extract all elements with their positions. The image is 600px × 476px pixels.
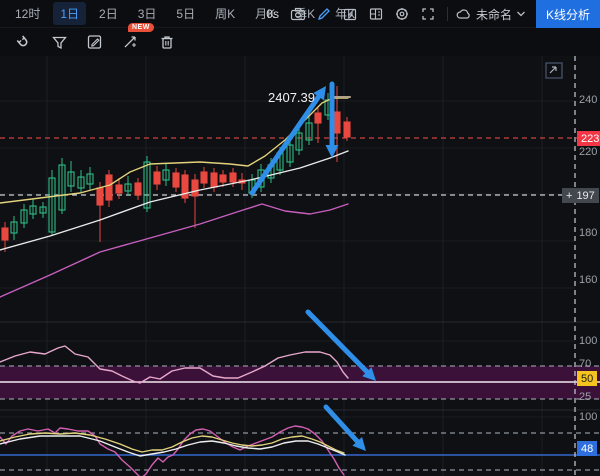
crosshair-price: 197	[576, 190, 594, 202]
fullscreen-icon[interactable]	[417, 3, 439, 25]
axis-label-70: 70	[579, 358, 591, 370]
axis-label-100-kdj: 100	[579, 411, 597, 423]
cloud-icon	[456, 8, 472, 20]
candle-body[interactable]	[135, 183, 141, 195]
camera-icon[interactable]	[287, 3, 309, 25]
candle-body[interactable]	[97, 188, 103, 205]
countdown-timer: 0s	[266, 7, 279, 21]
axis-label-100-rsi: 100	[579, 335, 597, 347]
candle-body[interactable]	[344, 122, 350, 137]
axis-label-160: 160	[579, 274, 597, 286]
chevron-down-icon	[516, 10, 526, 18]
plus-icon: +	[566, 190, 572, 202]
kdj-badge: 48	[577, 441, 597, 456]
axis-label-220: 220	[579, 146, 597, 158]
candle-body[interactable]	[315, 113, 321, 123]
axis-label-25: 25	[579, 391, 591, 403]
tab-timeframe-2[interactable]: 2日	[92, 2, 125, 25]
axis-label-240: 240	[579, 94, 597, 106]
kline-analysis-button[interactable]: K线分析	[536, 0, 600, 28]
gear-icon[interactable]	[391, 3, 413, 25]
price-annotation: 2407.39	[268, 90, 315, 105]
axis-label-180: 180	[579, 227, 597, 239]
candle-body[interactable]	[116, 185, 122, 193]
candle-body[interactable]	[2, 228, 8, 240]
candle-body[interactable]	[106, 175, 112, 200]
drawing-toolbar: NEW	[0, 28, 600, 56]
restore-scale-icon[interactable]	[545, 62, 563, 79]
rsi-mid-badge: 50	[577, 371, 597, 386]
candlestick-chart[interactable]	[0, 0, 600, 476]
toolbar-divider	[447, 7, 448, 21]
top-toolbar: 12时1日2日3日5日周K月K季K年K 0s	[0, 0, 600, 28]
document-name-label: 未命名	[476, 6, 512, 23]
candle-body[interactable]	[230, 173, 236, 182]
candle-body[interactable]	[192, 180, 198, 196]
candle-body[interactable]	[173, 173, 179, 187]
candle-body[interactable]	[220, 175, 226, 182]
candle-body[interactable]	[154, 172, 160, 184]
tab-timeframe-3[interactable]: 3日	[131, 2, 164, 25]
magnet-icon[interactable]	[12, 31, 34, 53]
edit-square-icon[interactable]	[84, 31, 106, 53]
price-badge: 223	[577, 131, 600, 146]
candle-body[interactable]	[211, 173, 217, 187]
candle-body[interactable]	[201, 172, 207, 183]
document-name[interactable]: 未命名	[456, 6, 526, 23]
new-window-icon[interactable]	[339, 3, 361, 25]
trash-icon[interactable]	[156, 31, 178, 53]
tab-timeframe-1[interactable]: 1日	[53, 2, 86, 25]
crosshair-badge: + 197	[562, 188, 599, 203]
trendline-tool-icon[interactable]: NEW	[120, 31, 142, 53]
tab-timeframe-4[interactable]: 5日	[169, 2, 202, 25]
candle-body[interactable]	[334, 112, 340, 133]
pencil-icon[interactable]	[313, 3, 335, 25]
layout-icon[interactable]	[365, 3, 387, 25]
toolbar-right: 0s 未命名 K线	[266, 0, 600, 28]
tab-timeframe-0[interactable]: 12时	[8, 2, 47, 25]
new-badge: NEW	[128, 23, 154, 32]
trading-app: { "toolbar": { "timeframes": [ {"label":…	[0, 0, 600, 476]
tab-timeframe-5[interactable]: 周K	[208, 2, 242, 25]
funnel-icon[interactable]	[48, 31, 70, 53]
kdj-down-arrow[interactable]	[326, 407, 357, 441]
